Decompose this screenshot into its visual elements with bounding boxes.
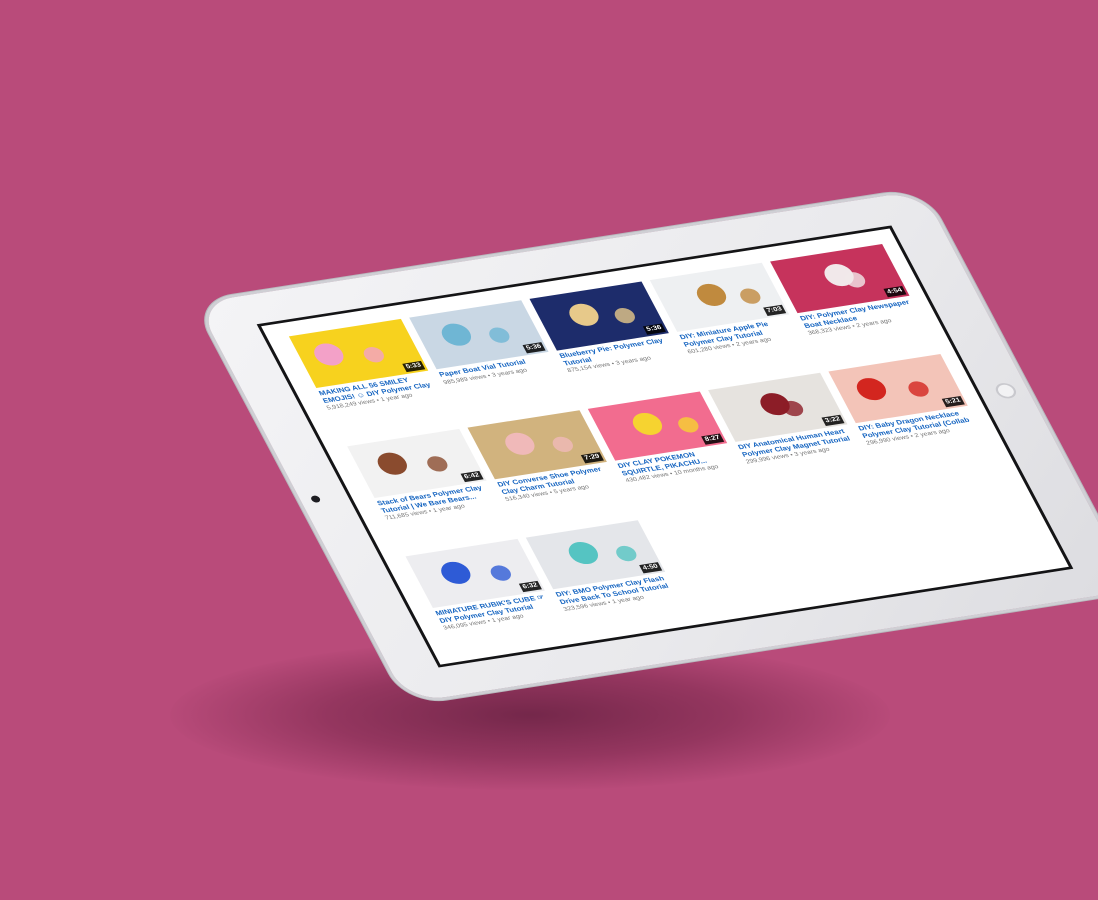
front-camera-icon <box>309 495 322 504</box>
thumbnail-art <box>736 287 764 306</box>
duration-badge: 5:21 <box>941 396 965 408</box>
thumbnail-art <box>500 430 540 457</box>
thumbnail-art <box>549 435 577 454</box>
thumbnail-art <box>628 411 667 437</box>
thumbnail-art <box>486 326 513 345</box>
duration-badge: 4:50 <box>639 562 663 574</box>
tablet-screen: 5:33 MAKING ALL 56 SMILEY EMOJIS! ☺ DIY … <box>256 225 1074 668</box>
thumbnail-art <box>487 564 515 583</box>
thumbnail-art <box>373 450 412 477</box>
stage: 5:33 MAKING ALL 56 SMILEY EMOJIS! ☺ DIY … <box>0 0 1098 900</box>
thumbnail-art <box>841 270 869 289</box>
duration-badge: 5:33 <box>402 360 426 373</box>
duration-badge: 6:42 <box>460 470 484 483</box>
video-grid: 5:33 MAKING ALL 56 SMILEY EMOJIS! ☺ DIY … <box>288 244 1053 658</box>
duration-badge: 5:36 <box>522 342 546 354</box>
thumbnail-art <box>611 306 639 325</box>
thumbnail-art <box>852 376 891 403</box>
thumbnail-art <box>436 559 476 586</box>
thumbnail-art <box>674 415 702 434</box>
duration-badge: 3:22 <box>821 414 845 426</box>
thumbnail-art <box>564 301 604 328</box>
thumbnail-art <box>360 345 388 364</box>
thumbnail-art <box>564 540 603 566</box>
duration-badge: 8:27 <box>701 433 725 445</box>
thumbnail-art <box>437 321 476 348</box>
duration-badge: 5:36 <box>642 323 666 335</box>
thumbnail-art <box>692 282 731 308</box>
duration-badge: 7:29 <box>580 452 604 464</box>
home-button[interactable] <box>992 381 1020 400</box>
duration-badge: 7:03 <box>763 304 787 316</box>
thumbnail-art <box>905 380 932 398</box>
thumbnail-art <box>613 544 640 563</box>
duration-badge: 4:54 <box>883 286 907 298</box>
thumbnail-art <box>424 454 451 473</box>
thumbnail-art <box>309 341 349 368</box>
tablet-device: 5:33 MAKING ALL 56 SMILEY EMOJIS! ☺ DIY … <box>196 190 1098 703</box>
duration-badge: 6:32 <box>518 580 542 593</box>
thumbnail-art <box>779 399 807 418</box>
